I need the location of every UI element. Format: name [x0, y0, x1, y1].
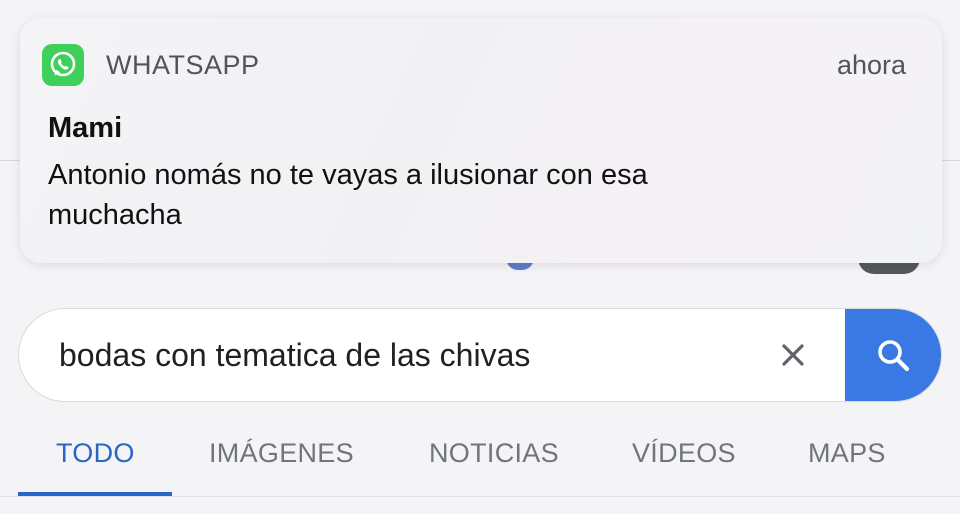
notification-timestamp: ahora — [836, 50, 906, 80]
search-tabs: TODO IMÁGENES NOTICIAS VÍDEOS MAPS — [0, 420, 960, 500]
notification-message: Antonio nomás no te vayas a ilusionar co… — [48, 159, 648, 231]
tab-videos[interactable]: VÍDEOS — [632, 438, 736, 469]
whatsapp-notification[interactable]: WHATSAPP ahora Mami Antonio nomás no te … — [20, 18, 942, 263]
whatsapp-icon — [42, 44, 84, 86]
tab-imagenes[interactable]: IMÁGENES — [209, 438, 354, 469]
notification-app-name: WHATSAPP — [106, 50, 260, 80]
search-bar[interactable]: bodas con tematica de las chivas — [18, 308, 942, 402]
notification-sender: Mami — [48, 112, 123, 144]
clear-search-button[interactable] — [775, 337, 811, 373]
tabs-divider — [0, 496, 960, 497]
tab-noticias[interactable]: NOTICIAS — [429, 438, 559, 469]
tab-todo[interactable]: TODO — [56, 438, 135, 469]
search-icon — [878, 340, 910, 372]
search-input[interactable]: bodas con tematica de las chivas — [59, 337, 530, 374]
tab-maps[interactable]: MAPS — [808, 438, 886, 469]
search-button[interactable] — [845, 309, 941, 401]
close-icon — [782, 344, 804, 366]
